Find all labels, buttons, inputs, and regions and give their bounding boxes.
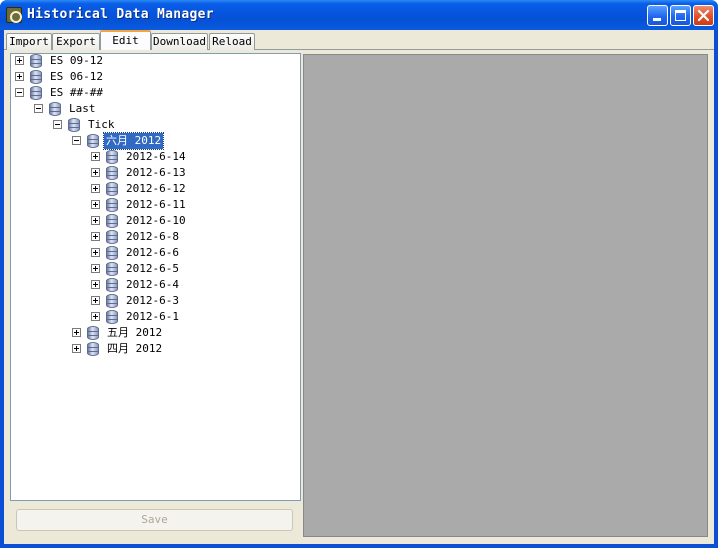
tab-edit[interactable]: Edit	[100, 30, 151, 50]
expand-icon[interactable]	[91, 184, 100, 193]
tab-download[interactable]: Download	[151, 33, 208, 50]
tree-node-label[interactable]: 2012-6-10	[126, 213, 186, 229]
tree-node[interactable]: 2012-6-13	[11, 165, 300, 181]
database-icon	[106, 214, 118, 228]
tree-node-label[interactable]: 六月 2012	[102, 132, 165, 150]
database-icon	[30, 70, 42, 84]
title-bar[interactable]: Historical Data Manager	[0, 0, 718, 30]
tree-node-label[interactable]: 2012-6-12	[126, 181, 186, 197]
database-icon	[87, 134, 99, 148]
expand-icon[interactable]	[91, 296, 100, 305]
tree-node[interactable]: 2012-6-8	[11, 229, 300, 245]
database-icon	[106, 150, 118, 164]
expand-icon[interactable]	[72, 344, 81, 353]
tree-node-label[interactable]: 2012-6-13	[126, 165, 186, 181]
tree-node-label[interactable]: Last	[69, 101, 96, 117]
tab-export[interactable]: Export	[52, 33, 100, 50]
minimize-icon	[653, 18, 661, 21]
tree-node[interactable]: Last	[11, 101, 300, 117]
tree-node[interactable]: 2012-6-12	[11, 181, 300, 197]
tab-reload[interactable]: Reload	[209, 33, 255, 50]
tree-node-label[interactable]: Tick	[88, 117, 115, 133]
content-panel	[303, 54, 708, 537]
tree-node[interactable]: 六月 2012	[11, 132, 300, 150]
tree-node[interactable]: 四月 2012	[11, 341, 300, 357]
database-icon	[106, 294, 118, 308]
maximize-icon	[675, 10, 686, 21]
tree-node[interactable]: 2012-6-1	[11, 309, 300, 325]
expand-icon[interactable]	[91, 200, 100, 209]
close-icon	[697, 9, 710, 22]
database-icon	[106, 278, 118, 292]
client-area: Import Export Edit Download Reload ES 09…	[4, 30, 714, 544]
tree-node-label[interactable]: 四月 2012	[107, 341, 162, 357]
tree-node[interactable]: 2012-6-10	[11, 213, 300, 229]
save-button[interactable]: Save	[16, 509, 293, 531]
tree-node-label[interactable]: ES 09-12	[50, 54, 103, 69]
tree-node[interactable]: 2012-6-5	[11, 261, 300, 277]
tree-node-label[interactable]: 2012-6-14	[126, 149, 186, 165]
collapse-icon[interactable]	[72, 136, 81, 145]
database-icon	[106, 230, 118, 244]
maximize-button[interactable]	[670, 5, 691, 26]
database-icon	[106, 198, 118, 212]
tree-node-label[interactable]: 2012-6-11	[126, 197, 186, 213]
database-icon	[106, 262, 118, 276]
expand-icon[interactable]	[91, 280, 100, 289]
database-icon	[106, 246, 118, 260]
expand-icon[interactable]	[91, 216, 100, 225]
tree-node-label[interactable]: 五月 2012	[107, 325, 162, 341]
expand-icon[interactable]	[91, 248, 100, 257]
tree-node[interactable]: ES 06-12	[11, 69, 300, 85]
minimize-button[interactable]	[647, 5, 668, 26]
tree-node[interactable]: ES ##-##	[11, 85, 300, 101]
tree-node-label[interactable]: 2012-6-6	[126, 245, 179, 261]
expand-icon[interactable]	[15, 56, 24, 65]
tree-node-label[interactable]: 2012-6-8	[126, 229, 179, 245]
expand-icon[interactable]	[91, 312, 100, 321]
database-icon	[106, 182, 118, 196]
tree-node[interactable]: 2012-6-3	[11, 293, 300, 309]
database-icon	[106, 166, 118, 180]
tree-node[interactable]: Tick	[11, 117, 300, 133]
tree-node[interactable]: 2012-6-4	[11, 277, 300, 293]
tree-node[interactable]: 2012-6-6	[11, 245, 300, 261]
collapse-icon[interactable]	[15, 88, 24, 97]
tree-node-label[interactable]: 2012-6-3	[126, 293, 179, 309]
database-icon	[106, 310, 118, 324]
database-icon	[87, 326, 99, 340]
collapse-icon[interactable]	[53, 120, 62, 129]
tree-view[interactable]: ES 09-12 ES 06-12 ES ##-## Last Tick 六月 2012 2…	[10, 53, 301, 501]
tree-node-label[interactable]: ES 06-12	[50, 69, 103, 85]
expand-icon[interactable]	[91, 168, 100, 177]
tree-node-label[interactable]: 2012-6-5	[126, 261, 179, 277]
app-window: Historical Data Manager Import Export Ed…	[0, 0, 718, 548]
database-icon	[30, 54, 42, 68]
database-icon	[30, 86, 42, 100]
close-button[interactable]	[693, 5, 714, 26]
database-icon	[49, 102, 61, 116]
expand-icon[interactable]	[72, 328, 81, 337]
collapse-icon[interactable]	[34, 104, 43, 113]
window-title: Historical Data Manager	[27, 7, 214, 22]
database-icon	[68, 118, 80, 132]
tree-node[interactable]: 五月 2012	[11, 325, 300, 341]
tree-node-label[interactable]: ES ##-##	[50, 85, 103, 101]
expand-icon[interactable]	[15, 72, 24, 81]
tab-import[interactable]: Import	[6, 33, 52, 50]
app-icon[interactable]	[6, 7, 22, 23]
tree-node[interactable]: 2012-6-14	[11, 149, 300, 165]
expand-icon[interactable]	[91, 152, 100, 161]
tree-node-label[interactable]: 2012-6-4	[126, 277, 179, 293]
expand-icon[interactable]	[91, 232, 100, 241]
tree-node[interactable]: ES 09-12	[11, 54, 300, 69]
expand-icon[interactable]	[91, 264, 100, 273]
tree-node-label[interactable]: 2012-6-1	[126, 309, 179, 325]
tree-node[interactable]: 2012-6-11	[11, 197, 300, 213]
database-icon	[87, 342, 99, 356]
